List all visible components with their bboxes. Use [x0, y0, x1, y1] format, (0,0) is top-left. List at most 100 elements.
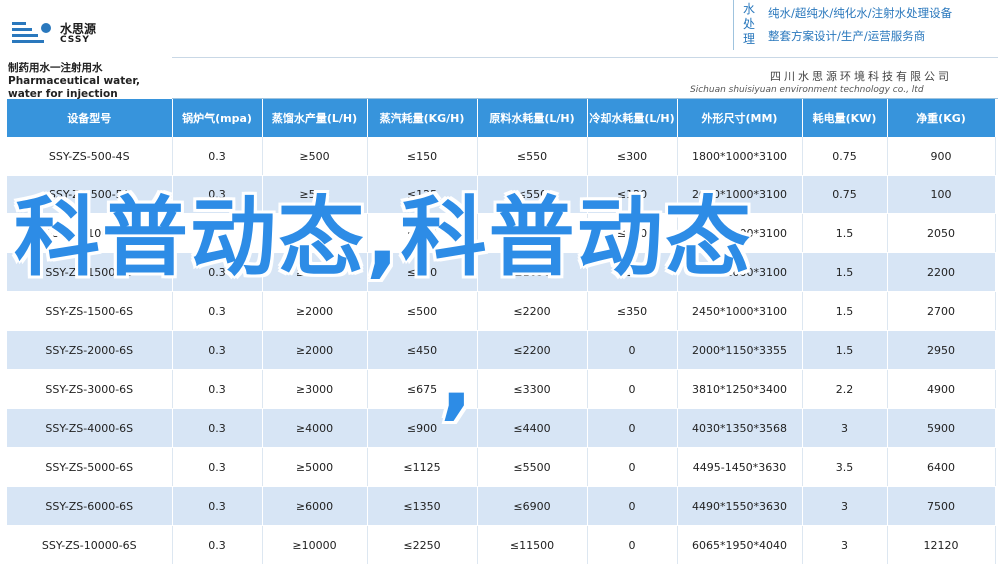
table-cell: 5900 — [887, 408, 996, 448]
table-cell: 1.5 — [802, 291, 888, 331]
table-cell: 12120 — [887, 525, 996, 565]
watermark-comma: , — [440, 330, 473, 430]
table-cell: 0 — [587, 408, 678, 448]
table-cell: 7500 — [887, 486, 996, 526]
table-row: SSY-ZS-10000-6S 0.3 ≥10000 ≤2250 ≤11500 0 6065… — [7, 525, 996, 565]
table-cell: 0.3 — [172, 291, 263, 331]
table-cell: 1.5 — [802, 330, 888, 370]
table-cell: 2950 — [887, 330, 996, 370]
table-cell: SSY-ZS-5000-6S — [7, 447, 173, 487]
table-cell: 0 — [587, 486, 678, 526]
table-row: SSY-ZS-1500-6S 0.3 ≥2000 ≤500 ≤2200 ≤350 2450*… — [7, 291, 996, 331]
brand-mark-icon — [12, 22, 51, 43]
table-cell: ≥4000 — [262, 408, 368, 448]
table-cell: ≥6000 — [262, 486, 368, 526]
table-cell: 1.5 — [802, 213, 888, 253]
table-cell: 0.3 — [172, 525, 263, 565]
table-row: SSY-ZS-2000-6S 0.3 ≥2000 ≤450 ≤2200 0 2000*115… — [7, 330, 996, 370]
table-cell: 1.5 — [802, 252, 888, 292]
table-cell: 2050 — [887, 213, 996, 253]
table-cell: 4490*1550*3630 — [677, 486, 803, 526]
table-cell: 1800*1000*3100 — [677, 137, 803, 176]
table-cell: 6065*1950*4040 — [677, 525, 803, 565]
column-header: 蒸汽耗量(KG/H) — [367, 99, 478, 137]
column-header: 蒸馏水产量(L/H) — [262, 99, 368, 137]
table-cell: ≥3000 — [262, 369, 368, 409]
table-cell: ≤1350 — [367, 486, 478, 526]
table-cell: 0.3 — [172, 369, 263, 409]
table-cell: ≤2200 — [477, 291, 588, 331]
table-cell: ≥2000 — [262, 291, 368, 331]
table-cell: 3 — [802, 486, 888, 526]
brand-logo: 水思源 CSSY — [10, 18, 120, 50]
table-cell: 4030*1350*3568 — [677, 408, 803, 448]
slogan-vertical: 水处理 — [742, 2, 755, 46]
column-header: 原料水耗量(L/H) — [477, 99, 588, 137]
table-cell: 4900 — [887, 369, 996, 409]
table-cell: 0 — [587, 330, 678, 370]
table-cell: 0 — [587, 525, 678, 565]
table-cell: 100 — [887, 175, 996, 214]
table-cell: ≤5500 — [477, 447, 588, 487]
table-cell: 0.3 — [172, 408, 263, 448]
table-cell: SSY-ZS-4000-6S — [7, 408, 173, 448]
table-cell: 3 — [802, 525, 888, 565]
column-header: 净重(KG) — [887, 99, 996, 137]
table-row: SSY-ZS-3000-6S 0.3 ≥3000 ≤675 ≤3300 0 3810*125… — [7, 369, 996, 409]
table-cell: ≥500 — [262, 137, 368, 176]
slogan-line-2: 整套方案设计/生产/运营服务商 — [768, 29, 926, 43]
slogan-block: 水处理 纯水/超纯水/纯化水/注射水处理设备 整套方案设计/生产/运营服务商 — [733, 0, 1000, 50]
brand-name-en: CSSY — [60, 35, 90, 45]
table-cell: 6400 — [887, 447, 996, 487]
table-cell: ≥2000 — [262, 330, 368, 370]
table-cell: ≤1125 — [367, 447, 478, 487]
column-header: 锅炉气(mpa) — [172, 99, 263, 137]
table-cell: ≤3300 — [477, 369, 588, 409]
watermark-text: 科普动态,科普动态 — [14, 188, 753, 288]
slogan-line-1: 纯水/超纯水/纯化水/注射水处理设备 — [768, 6, 953, 20]
table-row: SSY-ZS-4000-6S 0.3 ≥4000 ≤900 ≤4400 0 4030*135… — [7, 408, 996, 448]
table-cell: SSY-ZS-3000-6S — [7, 369, 173, 409]
table-cell: ≤4400 — [477, 408, 588, 448]
table-cell: 3.5 — [802, 447, 888, 487]
table-cell: ≤2200 — [477, 330, 588, 370]
page-subtitle: 制药用水一注射用水 Pharmaceutical water, water fo… — [8, 62, 141, 100]
table-cell: ≤300 — [587, 137, 678, 176]
table-cell: 0.75 — [802, 137, 888, 176]
table-cell: ≤350 — [587, 291, 678, 331]
column-header: 耗电量(KW) — [802, 99, 888, 137]
table-row: SSY-ZS-6000-6S 0.3 ≥6000 ≤1350 ≤6900 0 4490*15… — [7, 486, 996, 526]
table-cell: SSY-ZS-6000-6S — [7, 486, 173, 526]
table-cell: 0.3 — [172, 330, 263, 370]
table-cell: 0.3 — [172, 447, 263, 487]
table-cell: 2000*1150*3355 — [677, 330, 803, 370]
table-row: SSY-ZS-5000-6S 0.3 ≥5000 ≤1125 ≤5500 0 4495-14… — [7, 447, 996, 487]
table-cell: 0 — [587, 369, 678, 409]
company-name-cn: 四川水思源环境科技有限公司 — [770, 70, 952, 83]
table-cell: 0.3 — [172, 486, 263, 526]
divider — [172, 57, 998, 58]
table-cell: ≤6900 — [477, 486, 588, 526]
table-cell: 900 — [887, 137, 996, 176]
table-cell: 2450*1000*3100 — [677, 291, 803, 331]
table-cell: 0.75 — [802, 175, 888, 214]
table-cell: SSY-ZS-500-4S — [7, 137, 173, 176]
table-cell: ≤11500 — [477, 525, 588, 565]
spec-table: 设备型号 锅炉气(mpa) 蒸馏水产量(L/H) 蒸汽耗量(KG/H) 原料水耗… — [7, 99, 996, 565]
column-header: 外形尺寸(MM) — [677, 99, 803, 137]
company-name-en: Sichuan shuisiyuan environment technolog… — [690, 85, 924, 95]
table-cell: ≥5000 — [262, 447, 368, 487]
table-cell: 2200 — [887, 252, 996, 292]
table-cell: SSY-ZS-1500-6S — [7, 291, 173, 331]
table-cell: ≤550 — [477, 137, 588, 176]
column-header: 设备型号 — [7, 99, 173, 137]
table-cell: SSY-ZS-2000-6S — [7, 330, 173, 370]
table-cell: 0 — [587, 447, 678, 487]
table-row: SSY-ZS-500-4S 0.3 ≥500 ≤150 ≤550 ≤300 1800*100… — [7, 137, 996, 176]
column-header: 冷却水耗量(L/H) — [587, 99, 678, 137]
table-cell: 4495-1450*3630 — [677, 447, 803, 487]
table-cell: 0.3 — [172, 137, 263, 176]
table-cell: 3810*1250*3400 — [677, 369, 803, 409]
table-cell: ≥10000 — [262, 525, 368, 565]
table-cell: ≤2250 — [367, 525, 478, 565]
